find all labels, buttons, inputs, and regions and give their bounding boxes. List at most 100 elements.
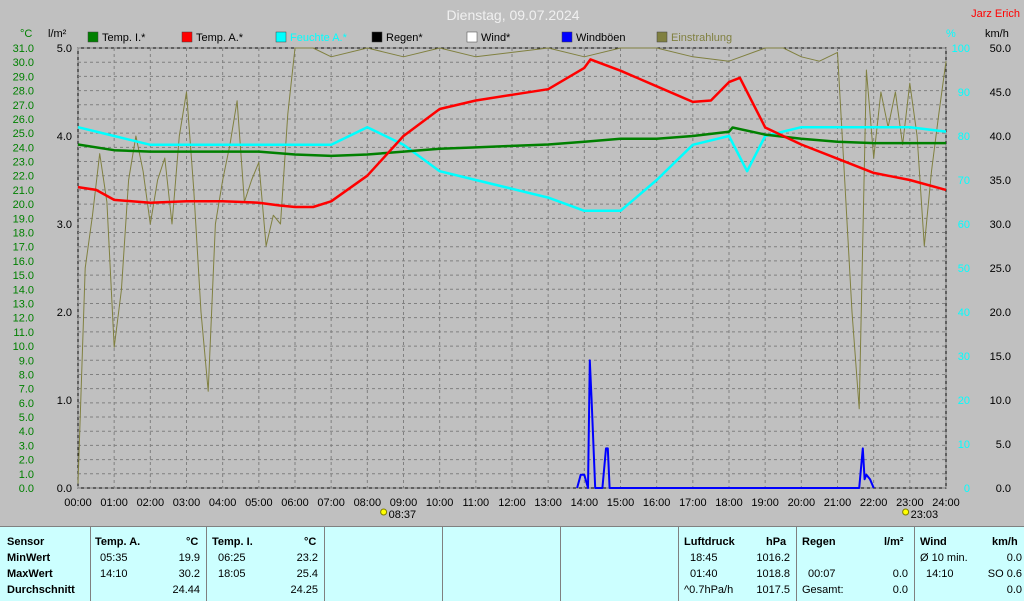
temp-tick-label: 3.0: [19, 440, 34, 452]
time-tick-label: 12:00: [498, 497, 526, 509]
time-tick-label: 11:00: [462, 497, 489, 509]
temp-tick-label: 0.0: [19, 483, 34, 495]
legend-swatch-6: [656, 31, 668, 43]
header-wind: Wind: [920, 536, 947, 548]
legend-swatch-5: [561, 31, 573, 43]
time-tick-label: 08:00: [354, 497, 382, 509]
legend-label-2: Feuchte A.*: [290, 32, 348, 44]
row-label-avg: Durchschnitt: [7, 584, 75, 596]
temp-unit-label: °C: [20, 28, 32, 40]
time-tick-label: 24:00: [932, 497, 960, 509]
temp-tick-label: 20.0: [13, 199, 34, 211]
rain-r3-label: Gesamt:: [802, 584, 844, 596]
legend-label-6: Einstrahlung: [671, 32, 732, 44]
header-temp-i-unit: °C: [304, 536, 317, 548]
temp-tick-label: 4.0: [19, 426, 34, 438]
time-tick-label: 00:00: [64, 497, 92, 509]
pressure-r2-label: 01:40: [690, 568, 718, 580]
wind-r1-label: Ø 10 min.: [920, 552, 968, 564]
time-tick-label: 16:00: [643, 497, 671, 509]
time-tick-label: 18:00: [715, 497, 743, 509]
temp-tick-label: 10.0: [13, 341, 34, 353]
temp-tick-label: 27.0: [13, 100, 34, 112]
temp-tick-label: 29.0: [13, 71, 34, 83]
legend-swatch-4: [466, 31, 478, 43]
sunrise-icon: [380, 508, 388, 516]
hum-tick-label: 60: [958, 219, 970, 231]
temp-tick-label: 13.0: [13, 298, 34, 310]
temp-tick-label: 5.0: [19, 412, 34, 424]
temp-tick-label: 14.0: [13, 284, 34, 296]
author-label: Jarz Erich: [971, 8, 1020, 20]
sunrise-time: 08:37: [389, 509, 417, 521]
rain-tick-label: 2.0: [57, 307, 72, 319]
temp-tick-label: 19.0: [13, 213, 34, 225]
wind-tick-label: 30.0: [990, 219, 1011, 231]
time-tick-label: 20:00: [788, 497, 816, 509]
row-label-min: MinWert: [7, 552, 51, 564]
header-wind-unit: km/h: [992, 536, 1018, 548]
temp-tick-label: 18.0: [13, 228, 34, 240]
temp-tick-label: 7.0: [19, 384, 34, 396]
hum-tick-label: 20: [958, 395, 970, 407]
header-temp-i: Temp. I.: [212, 536, 253, 548]
legend-label-0: Temp. I.*: [102, 32, 146, 44]
wind-r2-label: 14:10: [926, 568, 954, 580]
temp-i-min-val: 23.2: [296, 552, 318, 564]
temp-i-min-time: 06:25: [218, 552, 246, 564]
wind-tick-label: 10.0: [990, 395, 1011, 407]
header-pressure: Luftdruck: [684, 536, 735, 548]
time-tick-label: 15:00: [607, 497, 635, 509]
temp-tick-label: 9.0: [19, 355, 34, 367]
header-rain-unit: l/m²: [884, 536, 904, 548]
hum-tick-label: 90: [958, 87, 970, 99]
statistics-table: Sensor MinWert MaxWert Durchschnitt Temp…: [0, 526, 1024, 601]
legend-label-4: Wind*: [481, 32, 511, 44]
header-temp-a-unit: °C: [186, 536, 199, 548]
wind-tick-label: 5.0: [996, 439, 1011, 451]
time-tick-label: 22:00: [860, 497, 888, 509]
temp-tick-label: 21.0: [13, 185, 34, 197]
wind-tick-label: 50.0: [990, 43, 1011, 55]
hum-tick-label: 50: [958, 263, 970, 275]
hum-tick-label: 80: [958, 131, 970, 143]
wind-tick-label: 0.0: [996, 483, 1011, 495]
hum-tick-label: 0: [964, 483, 970, 495]
pressure-r2-val: 1018.8: [756, 568, 790, 580]
header-rain: Regen: [802, 536, 836, 548]
temp-tick-label: 1.0: [19, 469, 34, 481]
temp-i-avg: 24.25: [290, 584, 318, 596]
time-tick-label: 13:00: [534, 497, 562, 509]
wind-tick-label: 15.0: [990, 351, 1011, 363]
weather-chart: Dienstag, 09.07.2024 Jarz Erich °C l/m² …: [13, 7, 1020, 521]
temp-tick-label: 25.0: [13, 128, 34, 140]
legend-swatch-3: [371, 31, 383, 43]
time-tick-label: 21:00: [824, 497, 852, 509]
hum-tick-label: 30: [958, 351, 970, 363]
temp-a-min-val: 19.9: [178, 552, 200, 564]
legend-swatch-1: [181, 31, 193, 43]
temp-tick-label: 16.0: [13, 256, 34, 268]
sun-markers: 08:37 23:03: [380, 508, 939, 521]
wind-r3-val: 0.0: [1006, 584, 1022, 596]
time-tick-label: 03:00: [173, 497, 201, 509]
temp-i-max-val: 25.4: [296, 568, 318, 580]
legend-swatch-0: [87, 31, 99, 43]
row-label-max: MaxWert: [7, 568, 53, 580]
pressure-r3-val: 1017.5: [756, 584, 790, 596]
time-tick-label: 06:00: [281, 497, 309, 509]
wind-r2-val: SO 0.6: [987, 568, 1022, 580]
hum-unit-label: %: [946, 28, 956, 40]
temp-tick-label: 24.0: [13, 142, 34, 154]
time-tick-label: 09:00: [390, 497, 418, 509]
wind-tick-label: 25.0: [990, 263, 1011, 275]
temp-tick-label: 30.0: [13, 57, 34, 69]
temp-tick-label: 15.0: [13, 270, 34, 282]
header-sensor: Sensor: [7, 536, 45, 548]
sunset-time: 23:03: [911, 509, 939, 521]
sunset-icon: [902, 508, 910, 516]
wind-tick-label: 35.0: [990, 175, 1011, 187]
temp-i-max-time: 18:05: [218, 568, 246, 580]
time-tick-label: 14:00: [571, 497, 599, 509]
wind-tick-label: 45.0: [990, 87, 1011, 99]
